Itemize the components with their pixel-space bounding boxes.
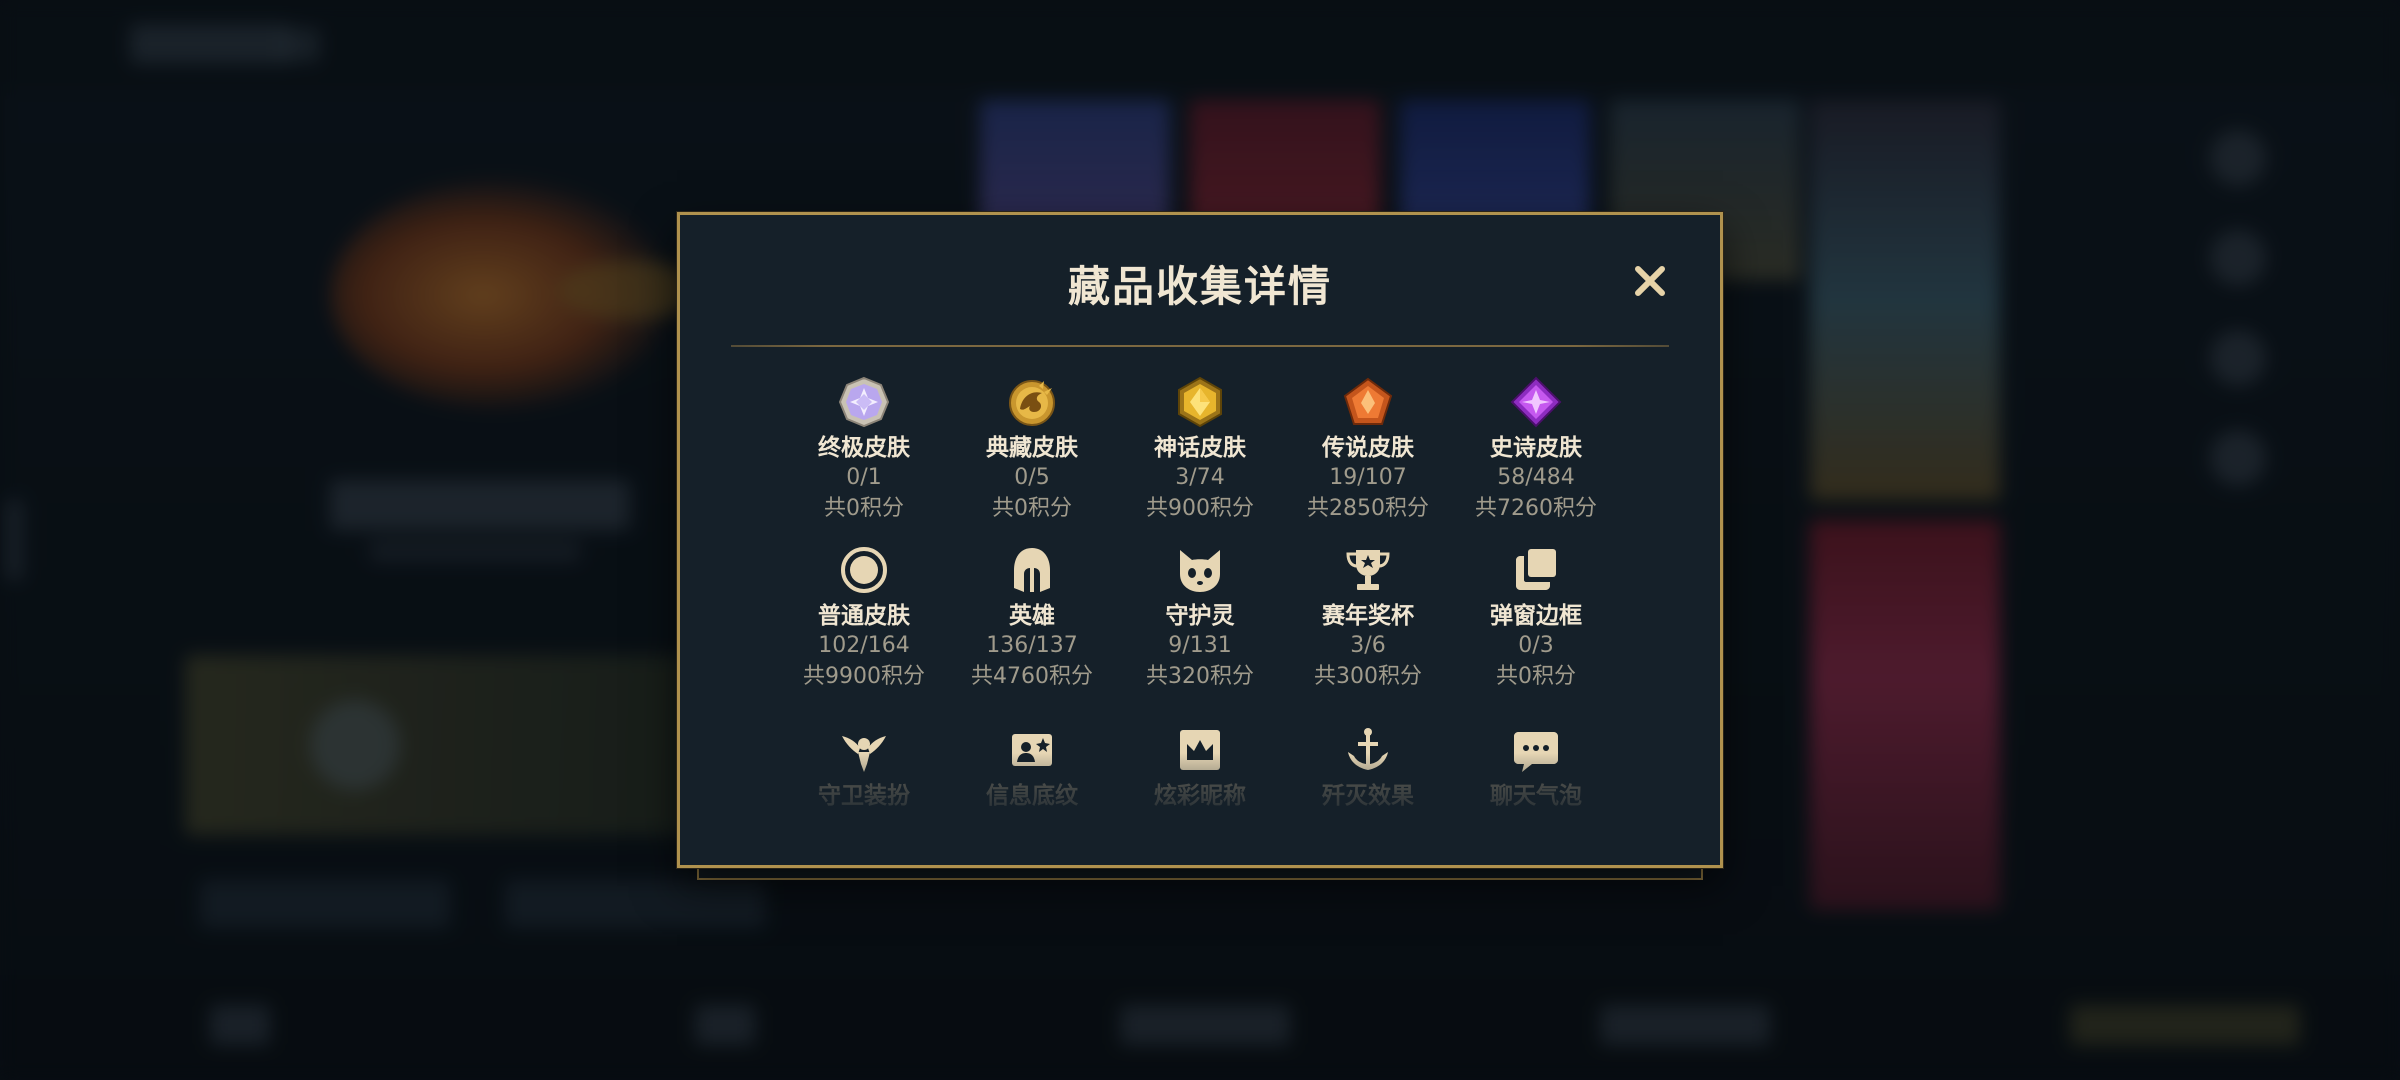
- collection-item-trophy[interactable]: 赛年奖杯 3/6 共300积分: [1284, 543, 1452, 693]
- trophy-icon: [1341, 543, 1395, 597]
- collection-item-companion[interactable]: 守护灵 9/131 共320积分: [1116, 543, 1284, 693]
- chat-bubble-icon: [1509, 723, 1563, 777]
- modal-title: 藏品收集详情: [1067, 262, 1332, 311]
- item-name: 信息底纹: [986, 783, 1078, 809]
- item-count: 3/6: [1350, 633, 1386, 658]
- item-count: 0/1: [846, 465, 882, 490]
- epic-skin-icon: [1509, 375, 1563, 429]
- modal-base-plate: [697, 866, 1703, 880]
- collection-item-standard-skin[interactable]: 普通皮肤 102/164 共9900积分: [780, 543, 948, 693]
- close-icon: [1635, 266, 1665, 296]
- collection-grid: 终极皮肤 0/1 共0积分 典藏皮肤 0/5 共0积分 神话皮肤 3/74 共9…: [680, 375, 1720, 693]
- crown-icon: [1173, 723, 1227, 777]
- collection-scroll-area[interactable]: 守卫装扮 信息底纹 炫彩昵称 歼灭效果 聊天气泡: [680, 723, 1720, 823]
- standard-skin-icon: [837, 543, 891, 597]
- item-count: 19/107: [1329, 465, 1407, 490]
- collection-item-chat-bubble[interactable]: 聊天气泡: [1452, 723, 1620, 811]
- item-points: 共900积分: [1146, 496, 1254, 521]
- item-count: 9/131: [1168, 633, 1232, 658]
- item-name: 聊天气泡: [1490, 783, 1582, 809]
- item-points: 共9900积分: [803, 664, 925, 689]
- item-points: 共2850积分: [1307, 496, 1429, 521]
- legendary-skin-icon: [1341, 375, 1395, 429]
- collection-item-banner[interactable]: 信息底纹: [948, 723, 1116, 811]
- mythic-skin-icon: [1173, 375, 1227, 429]
- item-name: 守卫装扮: [818, 783, 910, 809]
- collection-grid-row-3: 守卫装扮 信息底纹 炫彩昵称 歼灭效果 聊天气泡: [680, 723, 1720, 811]
- collection-item-legendary-skin[interactable]: 传说皮肤 19/107 共2850积分: [1284, 375, 1452, 525]
- collection-details-modal: 藏品收集详情 终极皮肤 0/1 共0积分 典藏皮肤 0/5 共0积分 神话皮肤 …: [677, 212, 1723, 868]
- item-name: 炫彩昵称: [1154, 783, 1246, 809]
- item-name: 英雄: [1009, 603, 1055, 629]
- item-points: 共7260积分: [1475, 496, 1597, 521]
- frame-icon: [1509, 543, 1563, 597]
- collection-item-exalted-skin[interactable]: 典藏皮肤 0/5 共0积分: [948, 375, 1116, 525]
- item-name: 歼灭效果: [1322, 783, 1414, 809]
- collection-item-takedown-effect[interactable]: 歼灭效果: [1284, 723, 1452, 811]
- item-count: 0/3: [1518, 633, 1554, 658]
- item-count: 102/164: [818, 633, 910, 658]
- item-points: 共0积分: [992, 496, 1072, 521]
- close-button[interactable]: [1628, 259, 1672, 303]
- anchor-icon: [1341, 723, 1395, 777]
- item-name: 典藏皮肤: [986, 435, 1078, 461]
- collection-item-champion[interactable]: 英雄 136/137 共4760积分: [948, 543, 1116, 693]
- helmet-icon: [1005, 543, 1059, 597]
- item-count: 136/137: [986, 633, 1078, 658]
- ward-skin-icon: [837, 723, 891, 777]
- companion-icon: [1173, 543, 1227, 597]
- collection-item-ultimate-skin[interactable]: 终极皮肤 0/1 共0积分: [780, 375, 948, 525]
- collection-item-chroma-name[interactable]: 炫彩昵称: [1116, 723, 1284, 811]
- item-name: 终极皮肤: [818, 435, 910, 461]
- item-points: 共4760积分: [971, 664, 1093, 689]
- item-count: 3/74: [1175, 465, 1225, 490]
- item-count: 0/5: [1014, 465, 1050, 490]
- ultimate-skin-icon: [837, 375, 891, 429]
- item-points: 共0积分: [824, 496, 904, 521]
- item-name: 普通皮肤: [818, 603, 910, 629]
- item-name: 弹窗边框: [1490, 603, 1582, 629]
- item-name: 史诗皮肤: [1490, 435, 1582, 461]
- collection-item-mythic-skin[interactable]: 神话皮肤 3/74 共900积分: [1116, 375, 1284, 525]
- item-name: 赛年奖杯: [1322, 603, 1414, 629]
- item-name: 神话皮肤: [1154, 435, 1246, 461]
- banner-icon: [1005, 723, 1059, 777]
- title-divider: [731, 345, 1669, 347]
- collection-item-epic-skin[interactable]: 史诗皮肤 58/484 共7260积分: [1452, 375, 1620, 525]
- collection-item-popup-frame[interactable]: 弹窗边框 0/3 共0积分: [1452, 543, 1620, 693]
- item-points: 共300积分: [1314, 664, 1422, 689]
- item-points: 共320积分: [1146, 664, 1254, 689]
- item-points: 共0积分: [1496, 664, 1576, 689]
- collection-item-ward-skin[interactable]: 守卫装扮: [780, 723, 948, 811]
- item-name: 守护灵: [1165, 603, 1235, 629]
- item-name: 传说皮肤: [1322, 435, 1414, 461]
- item-count: 58/484: [1497, 465, 1575, 490]
- exalted-skin-icon: [1005, 375, 1059, 429]
